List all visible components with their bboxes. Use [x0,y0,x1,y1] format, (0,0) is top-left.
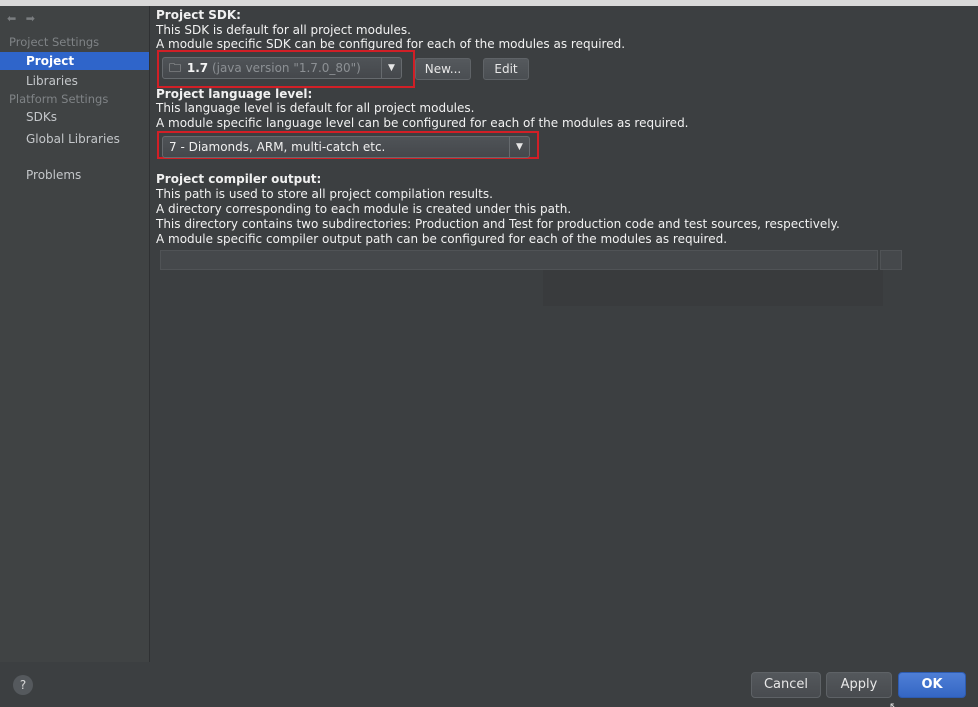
project-sdk-title: Project SDK: [156,8,241,22]
language-level-desc-2: A module specific language level can be … [156,116,689,130]
cancel-button[interactable]: Cancel [751,672,821,698]
sidebar-item-project[interactable]: Project [0,52,149,70]
platform-settings-header: Platform Settings [9,92,109,106]
sidebar-item-sdks[interactable]: SDKs [0,108,149,126]
dialog-footer: ? Cancel Apply OK ↖ [0,662,978,707]
edit-sdk-button[interactable]: Edit [483,58,529,80]
help-icon[interactable]: ? [13,675,33,695]
sidebar-item-libraries[interactable]: Libraries [0,72,149,90]
chevron-down-icon: ▼ [509,137,529,157]
sidebar-item-global-libraries[interactable]: Global Libraries [0,130,149,148]
compiler-output-desc-4: A module specific compiler output path c… [156,232,728,246]
project-sdk-desc-1: This SDK is default for all project modu… [156,23,411,37]
arrow-left-icon[interactable]: ⬅ [7,12,19,25]
project-settings-panel: Project SDK: This SDK is default for all… [150,6,978,662]
sidebar-item-problems[interactable]: Problems [0,166,149,184]
compiler-output-desc-1: This path is used to store all project c… [156,187,493,201]
language-level-dropdown[interactable]: 7 - Diamonds, ARM, multi-catch etc. ▼ [162,136,530,158]
arrow-right-icon[interactable]: ➡ [26,12,38,25]
new-sdk-button[interactable]: New... [415,58,471,80]
folder-icon: 🗀 [169,61,182,75]
compiler-output-desc-2: A directory corresponding to each module… [156,202,572,216]
project-settings-header: Project Settings [9,35,100,49]
compiler-output-path-field[interactable] [160,250,878,270]
language-level-desc-1: This language level is default for all p… [156,101,475,115]
mouse-cursor-icon: ↖ [889,700,899,707]
apply-button[interactable]: Apply [826,672,892,698]
language-level-value: 7 - Diamonds, ARM, multi-catch etc. [169,140,386,154]
history-nav: ⬅ ➡ [7,12,38,25]
chevron-down-icon: ▼ [381,58,401,78]
sdk-version-detail: (java version "1.7.0_80") [211,61,361,75]
shadow-region [543,270,883,306]
compiler-output-desc-3: This directory contains two subdirectori… [156,217,840,231]
ok-button[interactable]: OK [898,672,966,698]
compiler-output-title: Project compiler output: [156,172,322,186]
sdk-version: 1.7 [186,61,209,75]
language-level-title: Project language level: [156,87,313,101]
settings-sidebar: ⬅ ➡ Project Settings Project Libraries P… [0,6,150,662]
browse-button[interactable] [880,250,902,270]
project-sdk-dropdown[interactable]: 🗀 1.7 (java version "1.7.0_80") ▼ [162,57,402,79]
